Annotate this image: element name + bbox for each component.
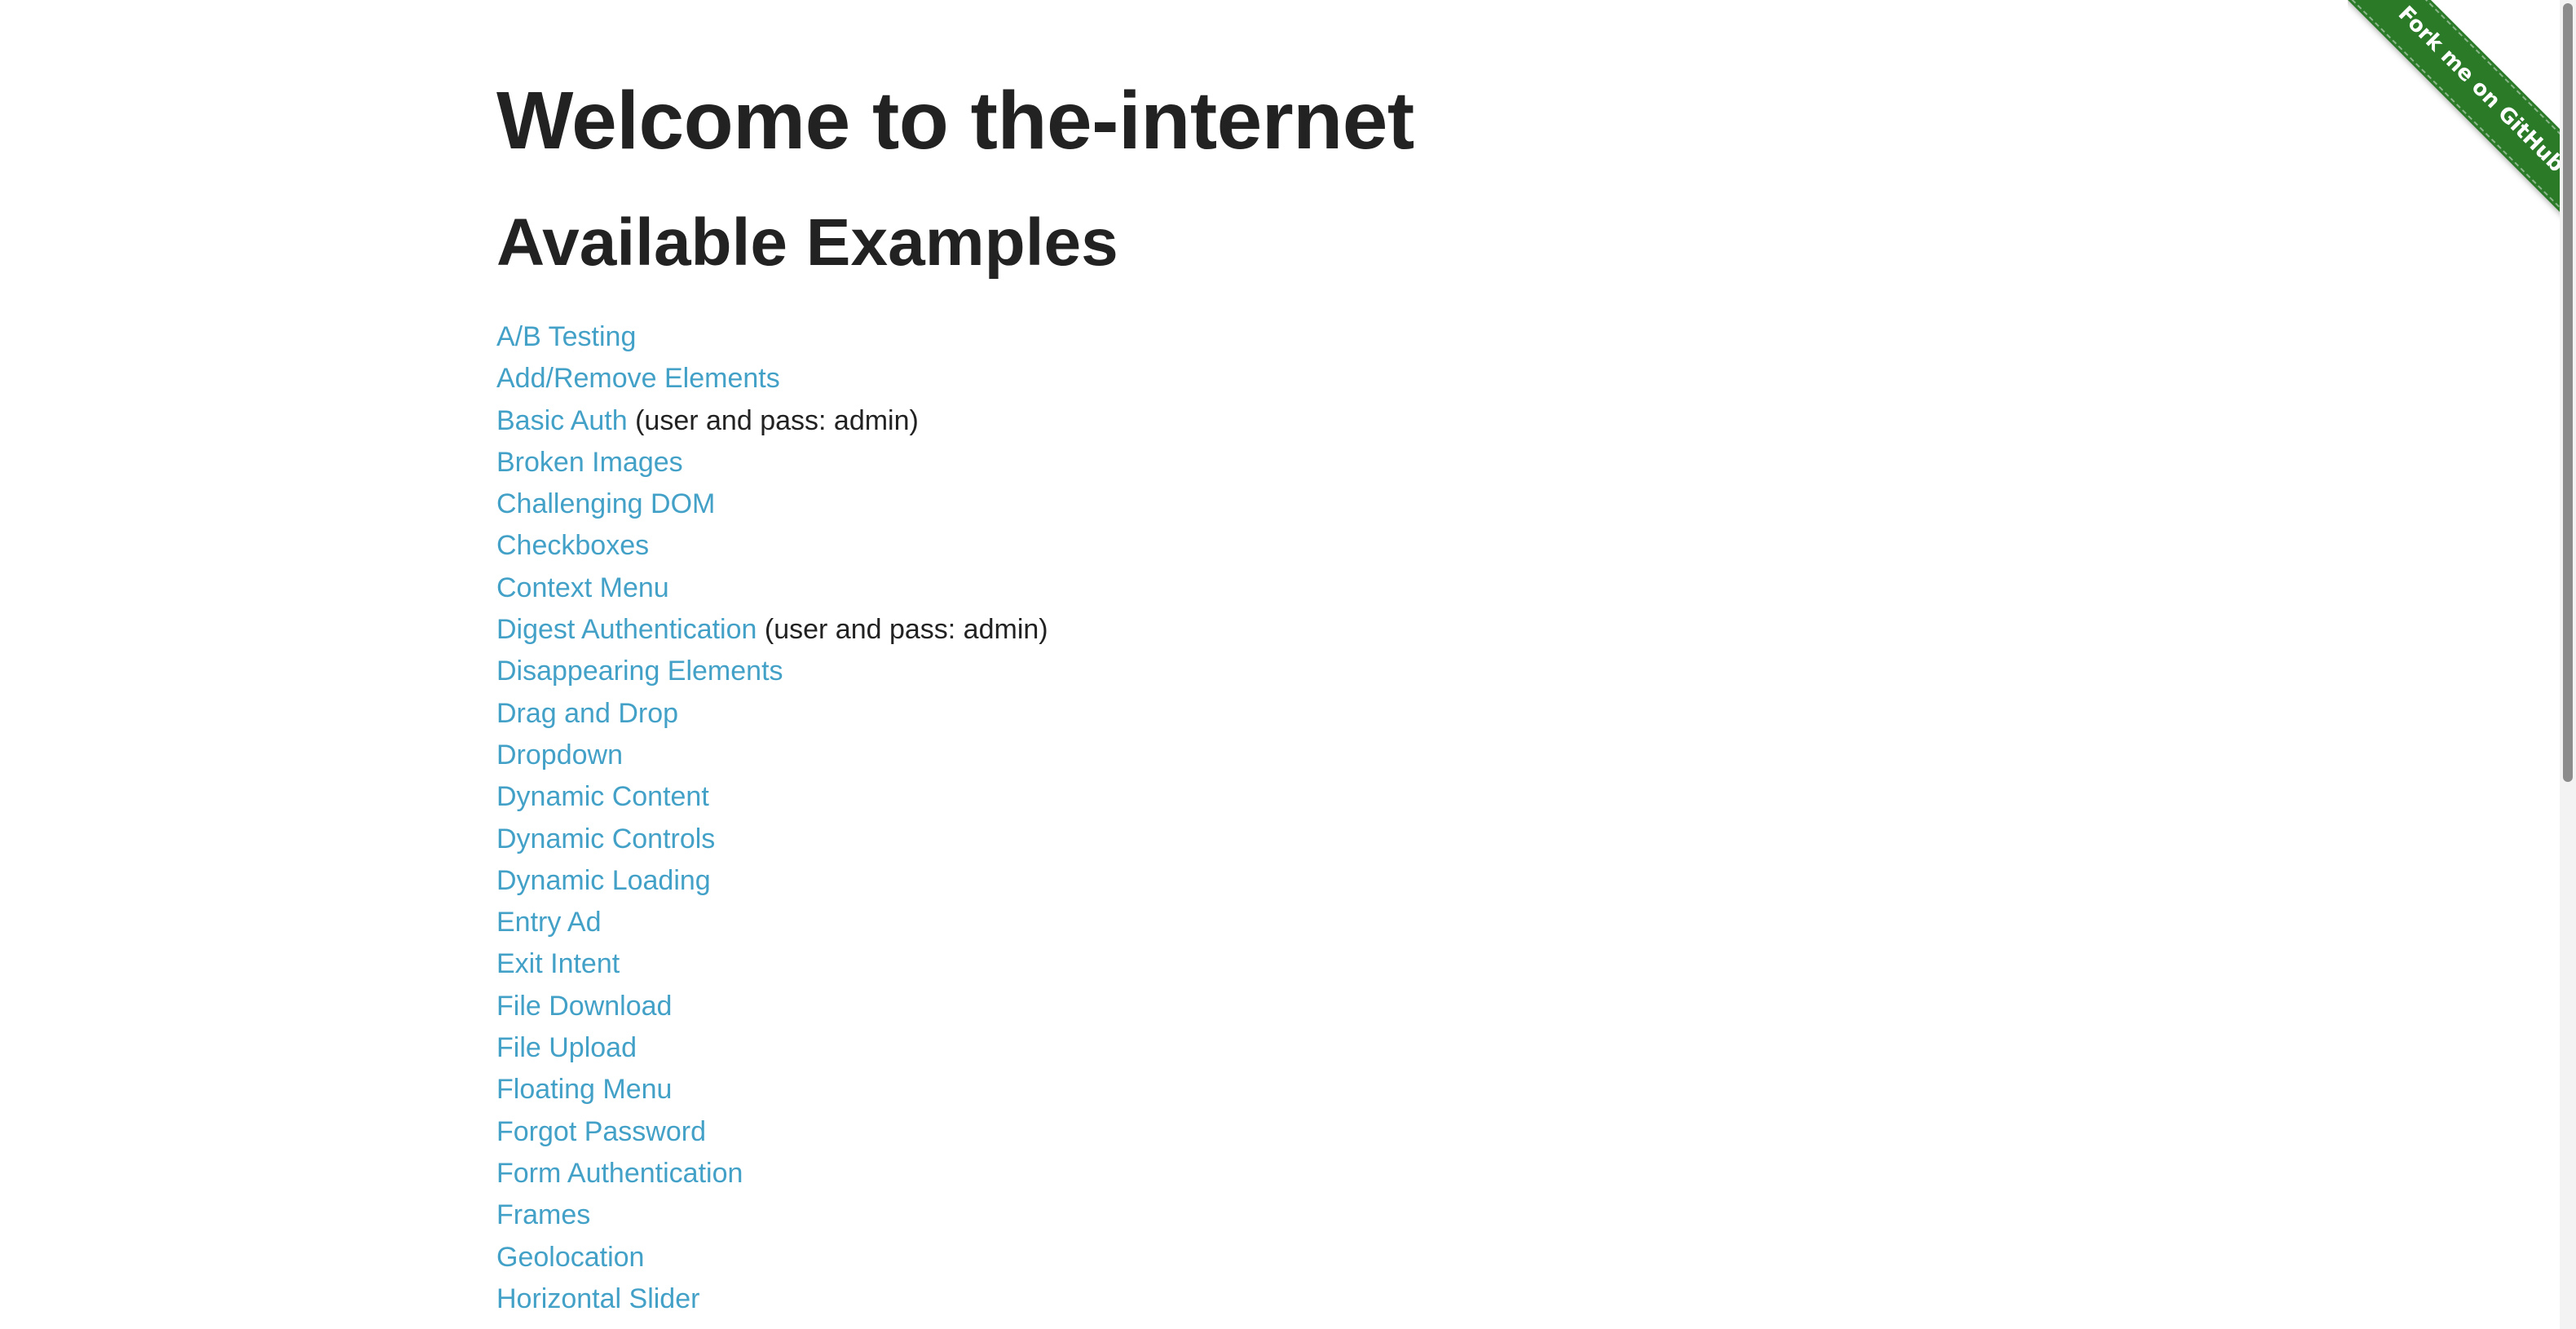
example-link-forgot-password[interactable]: Forgot Password xyxy=(496,1116,706,1147)
example-link-digest-authentication[interactable]: Digest Authentication xyxy=(496,614,756,645)
example-link-dynamic-loading[interactable]: Dynamic Loading xyxy=(496,865,711,896)
scrollbar-thumb[interactable] xyxy=(2563,3,2573,782)
list-item: Horizontal Slider xyxy=(496,1278,1048,1320)
example-link-dynamic-controls[interactable]: Dynamic Controls xyxy=(496,823,715,854)
example-link-dropdown[interactable]: Dropdown xyxy=(496,740,623,770)
list-item: Drag and Drop xyxy=(496,693,1048,735)
list-item: Add/Remove Elements xyxy=(496,358,1048,400)
list-item: Dynamic Loading xyxy=(496,860,1048,902)
example-link-ab-testing[interactable]: A/B Testing xyxy=(496,321,636,352)
example-link-file-upload[interactable]: File Upload xyxy=(496,1032,637,1063)
list-item: Form Authentication xyxy=(496,1153,1048,1194)
list-item: Digest Authentication (user and pass: ad… xyxy=(496,609,1048,651)
list-item: File Download xyxy=(496,986,1048,1027)
list-item: Dropdown xyxy=(496,735,1048,776)
list-item: Dynamic Content xyxy=(496,776,1048,818)
example-link-add-remove-elements[interactable]: Add/Remove Elements xyxy=(496,363,780,394)
vertical-scrollbar[interactable] xyxy=(2560,0,2576,1329)
list-item: Dynamic Controls xyxy=(496,819,1048,860)
credentials-note: (user and pass: admin) xyxy=(635,404,919,436)
list-item: Floating Menu xyxy=(496,1069,1048,1110)
example-link-context-menu[interactable]: Context Menu xyxy=(496,572,669,603)
example-link-basic-auth[interactable]: Basic Auth xyxy=(496,405,628,436)
example-link-exit-intent[interactable]: Exit Intent xyxy=(496,948,620,979)
example-link-geolocation[interactable]: Geolocation xyxy=(496,1242,644,1273)
example-link-floating-menu[interactable]: Floating Menu xyxy=(496,1074,672,1105)
list-item: Broken Images xyxy=(496,442,1048,483)
page: Welcome to the-internet Available Exampl… xyxy=(0,0,2576,1329)
list-item: Basic Auth (user and pass: admin) xyxy=(496,400,1048,442)
list-item: Challenging DOM xyxy=(496,483,1048,525)
list-item: Checkboxes xyxy=(496,525,1048,567)
list-item: Entry Ad xyxy=(496,902,1048,943)
example-link-dynamic-content[interactable]: Dynamic Content xyxy=(496,781,709,812)
example-link-frames[interactable]: Frames xyxy=(496,1199,590,1230)
github-ribbon-container: Fork me on GitHub xyxy=(2348,0,2576,228)
example-link-drag-and-drop[interactable]: Drag and Drop xyxy=(496,698,678,729)
examples-list: A/B Testing Add/Remove Elements Basic Au… xyxy=(496,316,1048,1320)
list-item: Frames xyxy=(496,1194,1048,1236)
section-title: Available Examples xyxy=(496,205,1118,280)
credentials-note: (user and pass: admin) xyxy=(764,614,1048,646)
page-title: Welcome to the-internet xyxy=(496,75,1414,166)
example-link-horizontal-slider[interactable]: Horizontal Slider xyxy=(496,1283,699,1314)
list-item: Forgot Password xyxy=(496,1111,1048,1153)
list-item: File Upload xyxy=(496,1027,1048,1069)
list-item: A/B Testing xyxy=(496,316,1048,358)
example-link-form-authentication[interactable]: Form Authentication xyxy=(496,1158,743,1189)
example-link-challenging-dom[interactable]: Challenging DOM xyxy=(496,488,715,519)
list-item: Geolocation xyxy=(496,1237,1048,1278)
example-link-file-download[interactable]: File Download xyxy=(496,991,672,1022)
example-link-checkboxes[interactable]: Checkboxes xyxy=(496,530,649,561)
example-link-disappearing-elements[interactable]: Disappearing Elements xyxy=(496,656,783,687)
list-item: Exit Intent xyxy=(496,943,1048,985)
example-link-entry-ad[interactable]: Entry Ad xyxy=(496,907,602,938)
example-link-broken-images[interactable]: Broken Images xyxy=(496,447,683,478)
list-item: Context Menu xyxy=(496,567,1048,609)
list-item: Disappearing Elements xyxy=(496,651,1048,692)
fork-on-github-ribbon[interactable]: Fork me on GitHub xyxy=(2348,0,2576,228)
